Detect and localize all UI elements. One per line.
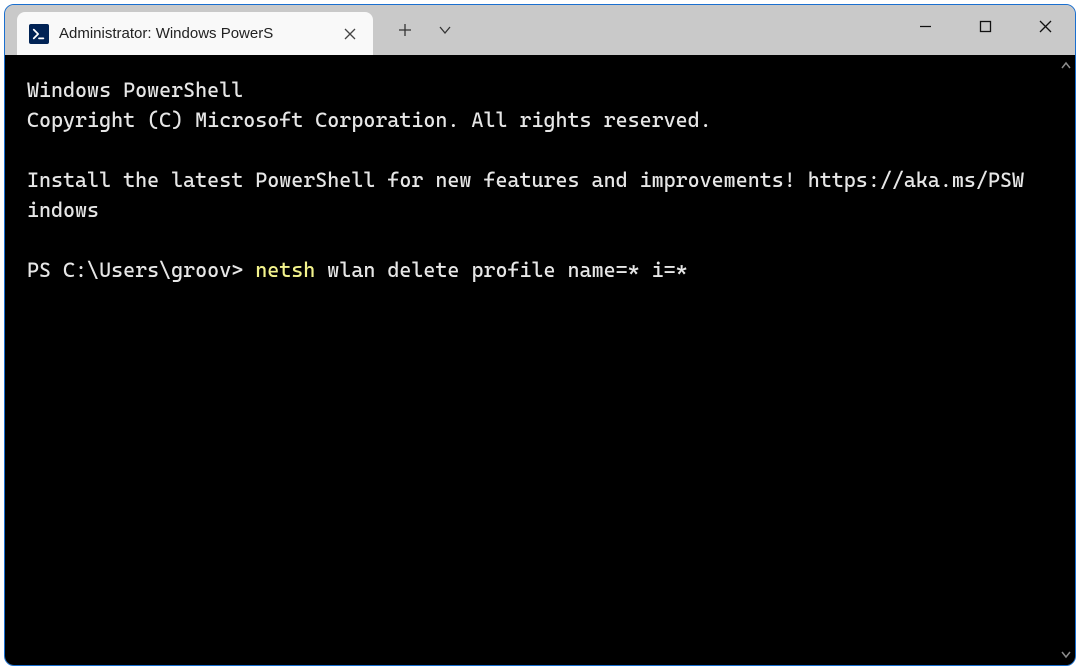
- terminal-banner-line1: Windows PowerShell: [27, 78, 243, 102]
- tab-title: Administrator: Windows PowerS: [59, 25, 329, 42]
- app-window: Administrator: Windows PowerS: [4, 4, 1076, 666]
- minimize-button[interactable]: [895, 5, 955, 47]
- terminal-command-args: wlan delete profile name=* i=*: [315, 258, 687, 282]
- maximize-button[interactable]: [955, 5, 1015, 47]
- powershell-icon: [29, 24, 49, 44]
- titlebar: Administrator: Windows PowerS: [5, 5, 1075, 55]
- tab-actions: [385, 5, 465, 55]
- tab-close-button[interactable]: [339, 23, 361, 45]
- new-tab-button[interactable]: [385, 5, 425, 55]
- tab-powershell[interactable]: Administrator: Windows PowerS: [17, 12, 373, 55]
- scroll-up-button[interactable]: [1057, 57, 1075, 75]
- terminal-command-keyword: netsh: [255, 258, 315, 282]
- terminal[interactable]: Windows PowerShell Copyright (C) Microso…: [5, 55, 1057, 665]
- window-controls: [895, 5, 1075, 47]
- terminal-install-hint: Install the latest PowerShell for new fe…: [27, 168, 1024, 222]
- tab-dropdown-button[interactable]: [425, 5, 465, 55]
- close-window-button[interactable]: [1015, 5, 1075, 47]
- terminal-prompt: PS C:\Users\groov>: [27, 258, 255, 282]
- scroll-down-button[interactable]: [1057, 645, 1075, 663]
- terminal-banner-line2: Copyright (C) Microsoft Corporation. All…: [27, 108, 712, 132]
- terminal-area: Windows PowerShell Copyright (C) Microso…: [5, 55, 1075, 665]
- scrollbar[interactable]: [1057, 55, 1075, 665]
